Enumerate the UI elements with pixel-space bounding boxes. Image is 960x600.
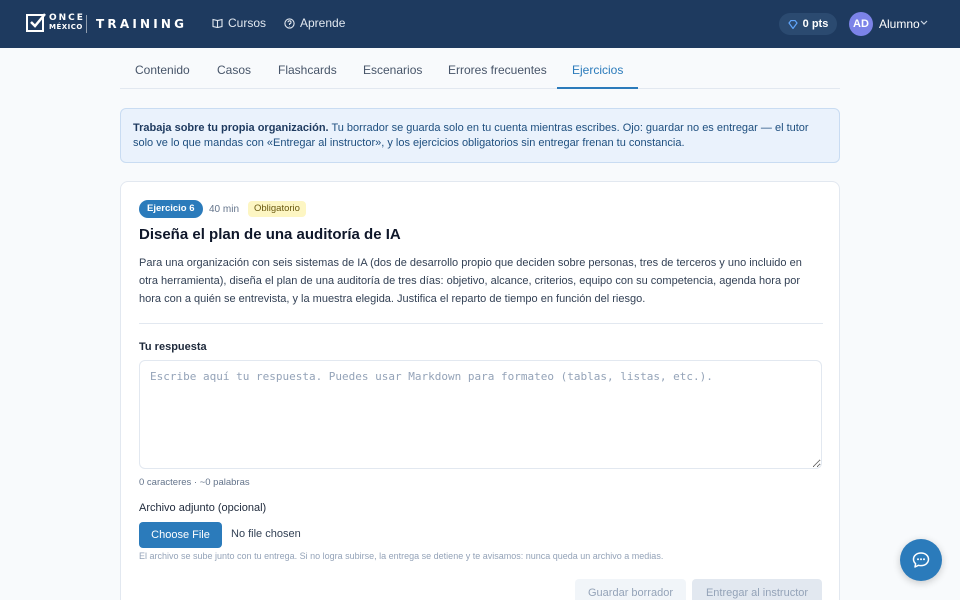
- logo-divider: [86, 15, 87, 33]
- brand-logo[interactable]: ONCE MÉXICO: [26, 13, 85, 33]
- section-tabs: Contenido Casos Flashcards Escenarios Er…: [120, 48, 840, 89]
- exercise-title: Diseña el plan de una auditoría de IA: [139, 226, 401, 243]
- points-badge[interactable]: 0 pts: [779, 13, 837, 35]
- submit-to-instructor-button[interactable]: Entregar al instructor: [692, 579, 822, 600]
- chat-button[interactable]: [900, 539, 942, 581]
- checkbox-logo-icon: [26, 13, 46, 32]
- answer-label: Tu respuesta: [139, 341, 207, 353]
- attachment-help-text: El archivo se sube junto con tu entrega.…: [139, 551, 664, 561]
- nav-cursos-label: Cursos: [228, 16, 267, 30]
- nav-aprende[interactable]: Aprende: [284, 16, 345, 30]
- points-value: 0 pts: [802, 18, 829, 30]
- avatar[interactable]: AD: [849, 12, 873, 36]
- gem-icon: [787, 19, 798, 29]
- save-draft-button[interactable]: Guardar borrador: [575, 579, 686, 600]
- tab-ejercicios[interactable]: Ejercicios: [557, 48, 639, 89]
- tab-escenarios[interactable]: Escenarios: [348, 48, 437, 89]
- answer-textarea[interactable]: [139, 360, 822, 469]
- exercise-card: Ejercicio 6 40 min Obligatorio Diseña el…: [120, 181, 840, 600]
- exercise-duration: 40 min: [209, 204, 240, 215]
- logo-mexico-text: MÉXICO: [49, 23, 83, 31]
- mandatory-badge: Obligatorio: [248, 201, 306, 217]
- product-name: TRAINING: [96, 17, 188, 31]
- exercise-description: Para una organización con seis sistemas …: [139, 257, 802, 305]
- chevron-down-icon[interactable]: [920, 20, 928, 26]
- character-count: 0 caracteres · ~0 palabras: [139, 477, 250, 488]
- nav-aprende-label: Aprende: [300, 16, 346, 30]
- lightbulb-icon: [284, 17, 295, 29]
- top-navbar: ONCE MÉXICO TRAINING Cursos Aprende 0 pt…: [0, 0, 960, 48]
- attachment-label: Archivo adjunto (opcional): [139, 502, 267, 514]
- info-notice: Trabaja sobre tu propia organización. Tu…: [120, 108, 840, 163]
- choose-file-button[interactable]: Choose File: [139, 522, 222, 548]
- file-status: No file chosen: [231, 528, 301, 540]
- user-name[interactable]: Alumno: [879, 17, 920, 31]
- tab-flashcards[interactable]: Flashcards: [263, 48, 352, 89]
- divider: [139, 323, 823, 324]
- tab-errores-frecuentes[interactable]: Errores frecuentes: [433, 48, 562, 89]
- notice-bold: Trabaja sobre tu propia organización.: [133, 122, 329, 134]
- logo-once-text: ONCE: [49, 13, 85, 23]
- tab-contenido[interactable]: Contenido: [120, 48, 205, 89]
- tab-casos[interactable]: Casos: [202, 48, 266, 89]
- nav-cursos[interactable]: Cursos: [212, 16, 266, 30]
- book-icon: [212, 18, 223, 28]
- chat-bubble-icon: [912, 552, 930, 568]
- exercise-number-badge: Ejercicio 6: [139, 200, 203, 218]
